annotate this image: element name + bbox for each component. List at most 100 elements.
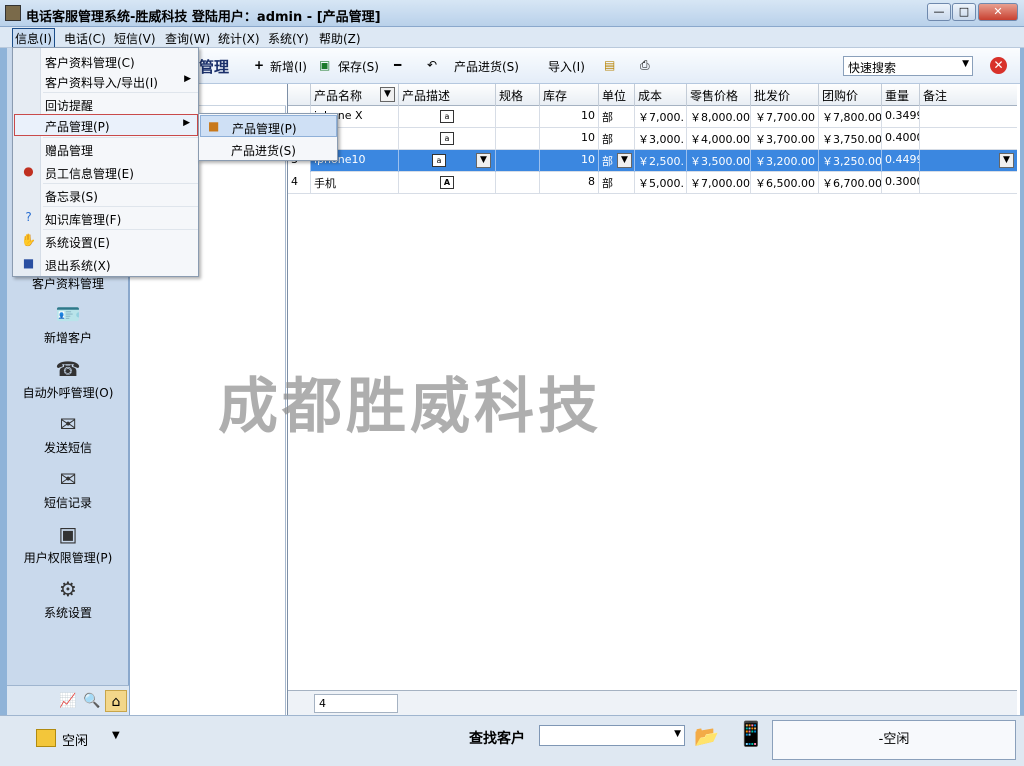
menu-item-knowledge[interactable]: ? 知识库管理(F) xyxy=(14,207,198,229)
chevron-down-icon[interactable]: ▼ xyxy=(476,153,491,168)
cell-weight[interactable]: 0.4000 xyxy=(882,128,920,150)
column-header-weight[interactable]: 重量 xyxy=(882,84,920,106)
submenu-item-stock-in[interactable]: 产品进货(S) xyxy=(200,138,337,160)
column-header-unit[interactable]: 单位 xyxy=(599,84,635,106)
menu-info[interactable]: 信息(I) xyxy=(12,28,55,49)
filter-dropdown-icon[interactable]: ▼ xyxy=(380,87,395,102)
status-dropdown-icon[interactable]: ▼ xyxy=(112,730,120,741)
sidebar-item-user-permissions[interactable]: ▣ 用户权限管理(P) xyxy=(7,522,129,566)
sidebar-item-auto-dial[interactable]: ☎ 自动外呼管理(O) xyxy=(7,357,129,401)
cell-group-price[interactable]: ￥3,750.00 xyxy=(819,128,882,150)
column-header-cost[interactable]: 成本 xyxy=(635,84,687,106)
cell-spec[interactable] xyxy=(496,150,540,172)
cell-note[interactable]: ▼ xyxy=(920,150,1017,172)
cell-desc[interactable]: a ▼ xyxy=(399,150,496,172)
export-icon[interactable]: ▤ xyxy=(604,58,615,72)
menu-item-followup[interactable]: 回访提醒 xyxy=(14,93,198,115)
column-header-stock[interactable]: 库存 xyxy=(540,84,599,106)
quick-search-input[interactable]: 快速搜索 ▼ xyxy=(843,56,973,76)
chevron-down-icon[interactable]: ▼ xyxy=(674,729,681,739)
cell-unit[interactable]: 部 ▼ xyxy=(599,150,635,172)
cell-unit[interactable]: 部 xyxy=(599,106,635,128)
minimize-button[interactable]: — xyxy=(927,3,951,21)
cell-desc[interactable]: a xyxy=(399,128,496,150)
menu-item-memo[interactable]: 备忘录(S) xyxy=(14,184,198,206)
menu-item-settings[interactable]: ✋ 系统设置(E) xyxy=(14,230,198,252)
sidebar-item-sms-log[interactable]: ✉ 短信记录 xyxy=(7,467,129,511)
delete-button[interactable]: ━ xyxy=(394,58,401,72)
cell-stock[interactable]: 10 xyxy=(540,150,599,172)
cell-cost[interactable]: ￥5,000. xyxy=(635,172,687,194)
chart-icon[interactable]: 📈 xyxy=(57,690,79,712)
table-row[interactable]: iphone X a 10 部 ￥7,000. ￥8,000.00 ￥7,700… xyxy=(288,106,1017,128)
column-header-desc[interactable]: 产品描述 xyxy=(399,84,496,106)
memo-icon[interactable]: a xyxy=(440,110,454,123)
menu-phone[interactable]: 电话(C) xyxy=(64,30,106,47)
stock-in-button[interactable]: 产品进货(S) xyxy=(454,58,519,75)
close-tab-button[interactable]: ✕ xyxy=(990,57,1007,74)
column-header-spec[interactable]: 规格 xyxy=(496,84,540,106)
cell-spec[interactable] xyxy=(496,106,540,128)
menu-stats[interactable]: 统计(X) xyxy=(218,30,260,47)
sidebar-item-customer-data[interactable]: 客户资料管理 xyxy=(7,275,129,292)
cell-retail[interactable]: ￥3,500.00 xyxy=(687,150,751,172)
home-icon[interactable]: ⌂ xyxy=(105,690,127,712)
memo-icon[interactable]: A xyxy=(440,176,454,189)
menu-item-employee[interactable]: ● 员工信息管理(E) xyxy=(14,161,198,183)
menu-item-import-export[interactable]: 客户资料导入/导出(I) ▶ xyxy=(14,70,198,92)
table-row[interactable]: 手机 a 10 部 ￥3,000. ￥4,000.00 ￥3,700.00 ￥3… xyxy=(288,128,1017,150)
add-button[interactable]: 新增(I) xyxy=(270,58,307,75)
cell-stock[interactable]: 10 xyxy=(540,128,599,150)
cell-note[interactable] xyxy=(920,172,1017,194)
cell-cost[interactable]: ￥3,000. xyxy=(635,128,687,150)
sidebar-item-new-customer[interactable]: 🪪 新增客户 xyxy=(7,302,129,346)
column-header-group-price[interactable]: 团购价 xyxy=(819,84,882,106)
cell-spec[interactable] xyxy=(496,128,540,150)
menu-sms[interactable]: 短信(V) xyxy=(114,30,156,47)
cell-wholesale[interactable]: ￥3,700.00 xyxy=(751,128,819,150)
cell-spec[interactable] xyxy=(496,172,540,194)
table-row-selected[interactable]: 3 iphone10 a ▼ 10 部 ▼ ￥2,500. ￥3,500.00 … xyxy=(288,150,1017,172)
cell-unit[interactable]: 部 xyxy=(599,172,635,194)
chevron-down-icon[interactable]: ▼ xyxy=(962,59,969,69)
column-header-retail[interactable]: 零售价格 xyxy=(687,84,751,106)
save-button[interactable]: 保存(S) xyxy=(338,58,379,75)
cell-group-price[interactable]: ￥3,250.00 xyxy=(819,150,882,172)
cell-weight[interactable]: 0.3499 xyxy=(882,106,920,128)
table-row[interactable]: 4 手机 A 8 部 ￥5,000. ￥7,000.00 ￥6,500.00 ￥… xyxy=(288,172,1017,194)
memo-icon[interactable]: a xyxy=(432,154,446,167)
cell-retail[interactable]: ￥4,000.00 xyxy=(687,128,751,150)
cell-group-price[interactable]: ￥6,700.00 xyxy=(819,172,882,194)
folder-icon[interactable]: 📂 xyxy=(694,724,719,748)
cell-note[interactable] xyxy=(920,106,1017,128)
cell-stock[interactable]: 8 xyxy=(540,172,599,194)
cell-retail[interactable]: ￥7,000.00 xyxy=(687,172,751,194)
import-button[interactable]: 导入(I) xyxy=(548,58,585,75)
cell-note[interactable] xyxy=(920,128,1017,150)
menu-item-customer-data[interactable]: 客户资料管理(C) xyxy=(14,50,198,72)
cell-name[interactable]: 手机 xyxy=(311,172,399,194)
cell-weight[interactable]: 0.3000 xyxy=(882,172,920,194)
menu-query[interactable]: 查询(W) xyxy=(165,30,210,47)
cell-unit[interactable]: 部 xyxy=(599,128,635,150)
sidebar-item-send-sms[interactable]: ✉ 发送短信 xyxy=(7,412,129,456)
cell-desc[interactable]: a xyxy=(399,106,496,128)
chevron-down-icon[interactable]: ▼ xyxy=(617,153,632,168)
cell-cost[interactable]: ￥2,500. xyxy=(635,150,687,172)
mobile-phone-icon[interactable]: 📱 xyxy=(736,720,766,748)
cell-stock[interactable]: 10 xyxy=(540,106,599,128)
column-header-name[interactable]: 产品名称 ▼ xyxy=(311,84,399,106)
column-header-wholesale[interactable]: 批发价 xyxy=(751,84,819,106)
chevron-down-icon[interactable]: ▼ xyxy=(999,153,1014,168)
menu-item-gifts[interactable]: 赠品管理 xyxy=(14,138,198,160)
cell-retail[interactable]: ￥8,000.00 xyxy=(687,106,751,128)
close-window-button[interactable]: ✕ xyxy=(978,3,1018,21)
cell-cost[interactable]: ￥7,000. xyxy=(635,106,687,128)
column-header-note[interactable]: 备注 xyxy=(920,84,1017,106)
menu-system[interactable]: 系统(Y) xyxy=(268,30,309,47)
cell-group-price[interactable]: ￥7,800.00 xyxy=(819,106,882,128)
print-icon[interactable]: ⎙ xyxy=(640,58,650,73)
menu-help[interactable]: 帮助(Z) xyxy=(319,30,361,47)
cell-weight[interactable]: 0.4499 xyxy=(882,150,920,172)
search-icon[interactable]: 🔍 xyxy=(81,690,103,712)
